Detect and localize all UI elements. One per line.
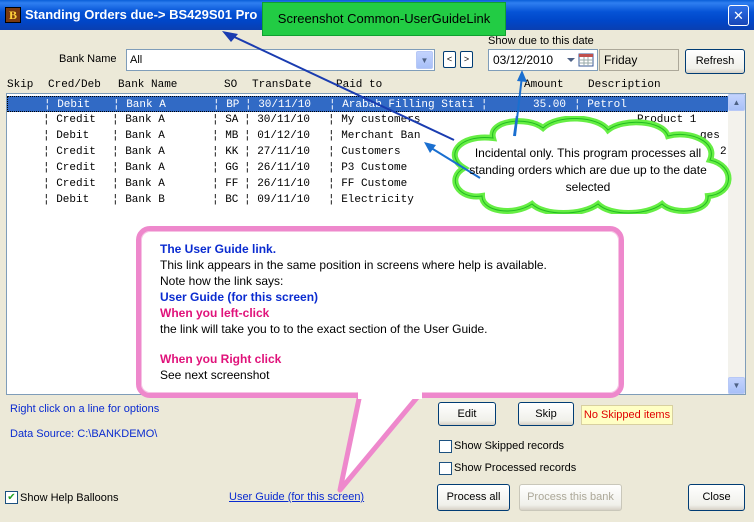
help-callout: The User Guide link. This link appears i… (136, 226, 624, 398)
edit-button[interactable]: Edit (438, 402, 496, 426)
process-bank-button[interactable]: Process this bank (519, 484, 622, 511)
col-description[interactable]: Description (588, 79, 661, 91)
window-close-button[interactable]: ✕ (728, 5, 749, 26)
help-line: When you left-click (160, 306, 270, 320)
show-skipped-label[interactable]: Show Skipped records (454, 440, 564, 452)
close-button[interactable]: Close (688, 484, 745, 511)
day-display: Friday (599, 49, 679, 71)
show-processed-label[interactable]: Show Processed records (454, 462, 576, 474)
data-source-label: Data Source: C:\BANKDEMO\ (10, 428, 158, 440)
scroll-down-icon[interactable]: ▼ (728, 377, 745, 394)
skip-button[interactable]: Skip (518, 402, 574, 426)
col-skip[interactable]: Skip (7, 79, 33, 91)
app-icon: B (5, 7, 21, 23)
process-all-button[interactable]: Process all (437, 484, 510, 511)
bank-name-label: Bank Name (59, 53, 117, 65)
help-line: Note how the link says: (160, 274, 284, 288)
callout-tail (337, 390, 423, 493)
bank-name-value: All (130, 54, 143, 66)
user-guide-link[interactable]: User Guide (for this screen) (229, 491, 364, 503)
right-click-hint: Right click on a line for options (10, 403, 160, 415)
help-line: This link appears in the same position i… (160, 258, 547, 272)
pointer-arrow (222, 31, 455, 141)
show-processed-checkbox[interactable] (439, 462, 452, 475)
col-bank-name[interactable]: Bank Name (118, 79, 177, 91)
show-skipped-checkbox[interactable] (439, 440, 452, 453)
window-title: Standing Orders due-> BS429S01 Pro (25, 7, 258, 22)
date-pointer-arrow (514, 70, 527, 137)
show-help-checkbox[interactable]: ✔ (5, 491, 18, 504)
no-skipped-badge: No Skipped items (581, 405, 673, 425)
help-line: See next screenshot (160, 368, 270, 382)
day-value: Friday (604, 53, 638, 67)
calendar-icon[interactable] (565, 52, 595, 68)
help-line: When you Right click (160, 352, 282, 366)
col-cred-deb[interactable]: Cred/Deb (48, 79, 101, 91)
help-heading: The User Guide link. (160, 242, 277, 256)
help-line: User Guide (for this screen) (160, 290, 319, 304)
refresh-button[interactable]: Refresh (685, 49, 745, 74)
help-line: the link will take you to to the exact s… (160, 322, 488, 336)
show-help-label[interactable]: Show Help Balloons (20, 492, 118, 504)
scroll-up-icon[interactable]: ▲ (728, 94, 745, 111)
